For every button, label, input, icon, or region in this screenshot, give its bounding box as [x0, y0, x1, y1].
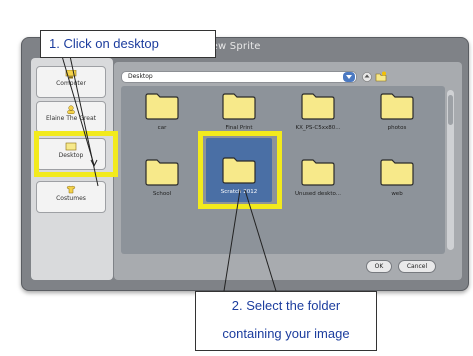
- step2-line2: containing your image: [222, 326, 350, 341]
- step2-callout: 2. Select the folder containing your ima…: [195, 291, 377, 351]
- step2-line1: 2. Select the folder: [231, 298, 341, 313]
- step1-callout: 1. Click on desktop: [40, 30, 216, 58]
